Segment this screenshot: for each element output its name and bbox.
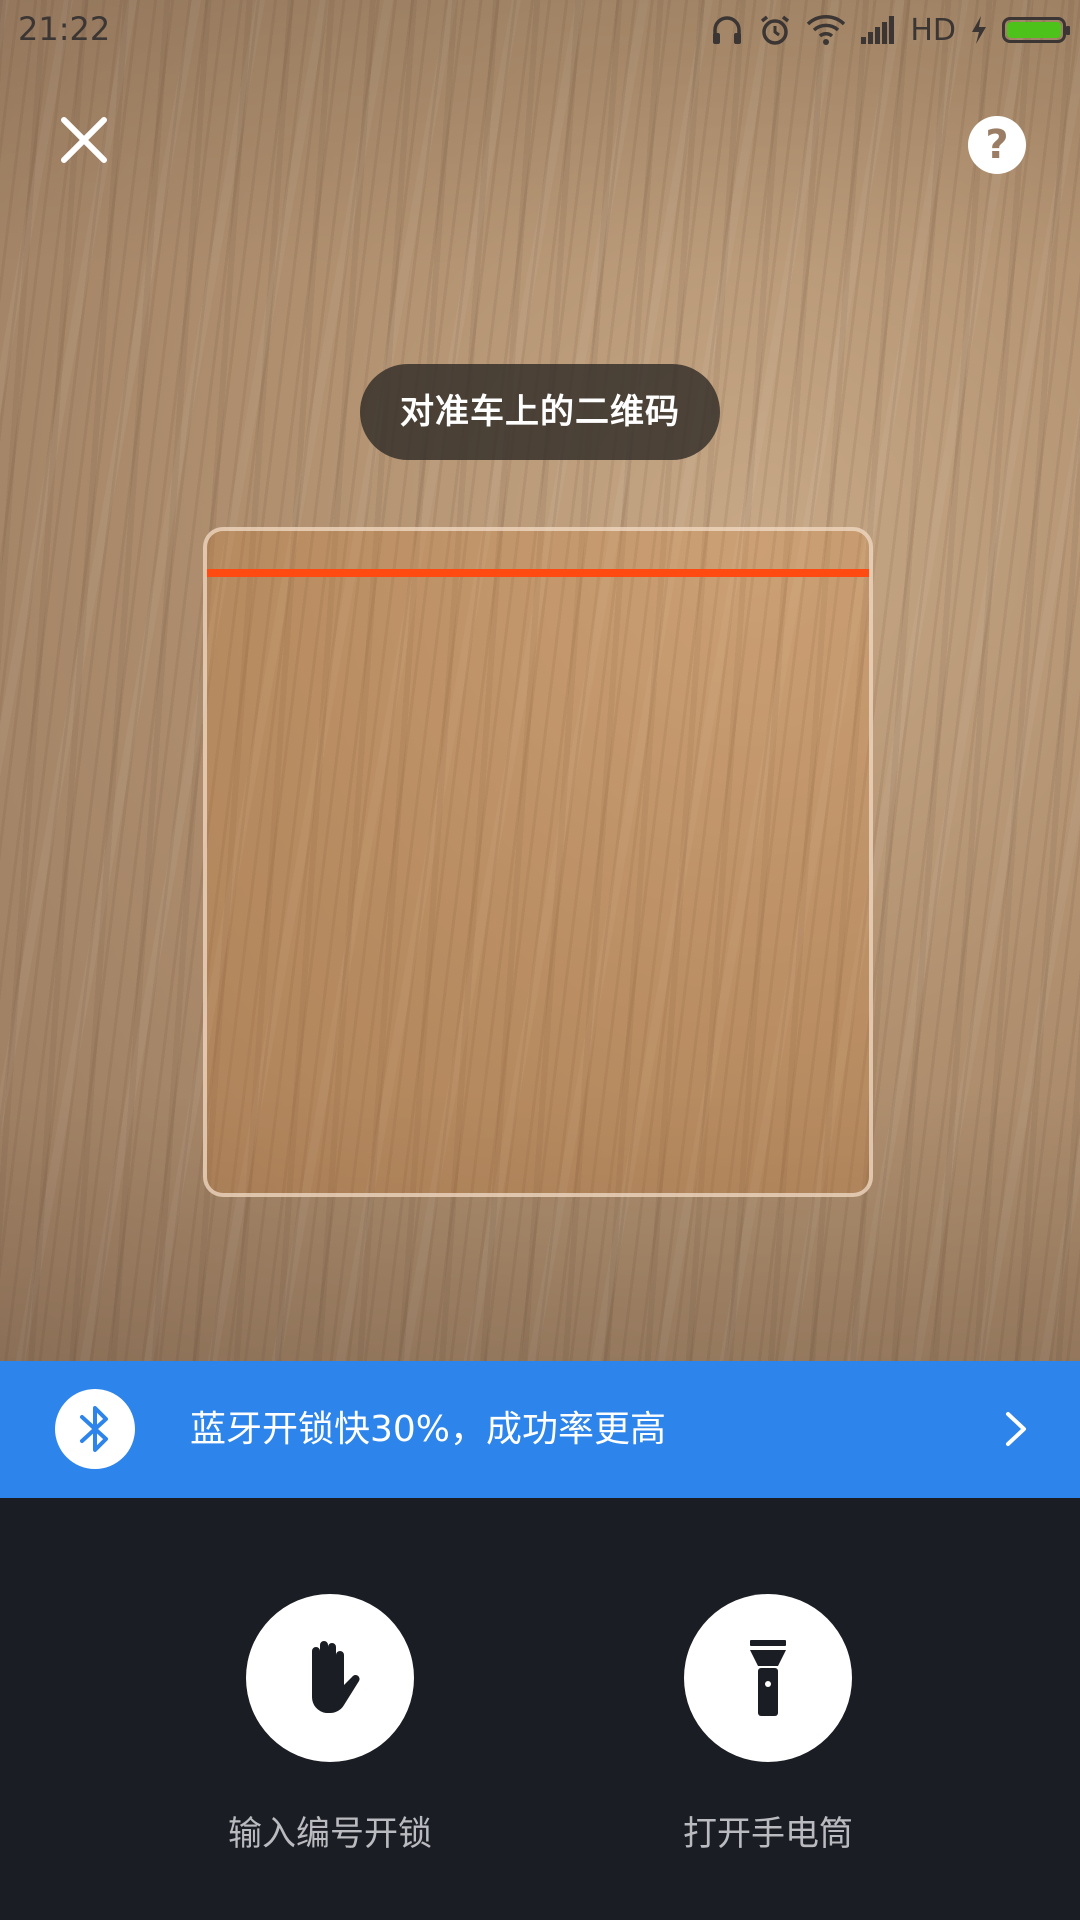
bluetooth-banner-text: 蓝牙开锁快30%，成功率更高 xyxy=(190,1409,667,1450)
headphones-icon xyxy=(713,16,742,44)
help-icon: ? xyxy=(985,122,1009,168)
manual-unlock-icon-circle[interactable] xyxy=(246,1594,414,1762)
scan-hint: 对准车上的二维码 xyxy=(360,364,720,460)
bluetooth-icon xyxy=(80,1406,108,1452)
help-button[interactable]: ? xyxy=(968,116,1026,174)
status-icons: HD xyxy=(710,10,1070,50)
bottom-actions-panel: 输入编号开锁 打开手电筒 xyxy=(0,1498,1080,1920)
bluetooth-unlock-banner[interactable]: 蓝牙开锁快30%，成功率更高 xyxy=(0,1361,1080,1498)
chevron-right-icon xyxy=(1006,1412,1026,1446)
scan-line xyxy=(207,569,869,577)
wifi-icon xyxy=(807,15,846,45)
close-icon xyxy=(61,117,107,163)
signal-icon xyxy=(861,16,895,44)
flashlight-button[interactable]: 打开手电筒 xyxy=(618,1594,918,1855)
status-time: 21:22 xyxy=(18,10,111,48)
close-button[interactable] xyxy=(56,112,112,168)
status-bar: 21:22 HD xyxy=(0,0,1080,60)
flashlight-icon-circle[interactable] xyxy=(684,1594,852,1762)
network-type-label: HD xyxy=(910,12,956,48)
hand-icon xyxy=(311,1641,360,1714)
manual-unlock-label: 输入编号开锁 xyxy=(228,1814,432,1854)
scan-screen: 21:22 HD ? 对准车上的二维码 蓝牙开锁快30%，成功率更高 输入编号开… xyxy=(0,0,1080,1920)
manual-unlock-button[interactable]: 输入编号开锁 xyxy=(180,1594,480,1855)
flashlight-icon xyxy=(750,1640,786,1716)
bluetooth-icon-badge xyxy=(55,1389,135,1469)
scan-frame xyxy=(203,527,873,1197)
charging-icon xyxy=(972,16,986,44)
battery-level xyxy=(1007,22,1061,38)
battery-icon xyxy=(1002,17,1070,43)
flashlight-label: 打开手电筒 xyxy=(683,1814,853,1854)
alarm-icon xyxy=(761,15,790,45)
